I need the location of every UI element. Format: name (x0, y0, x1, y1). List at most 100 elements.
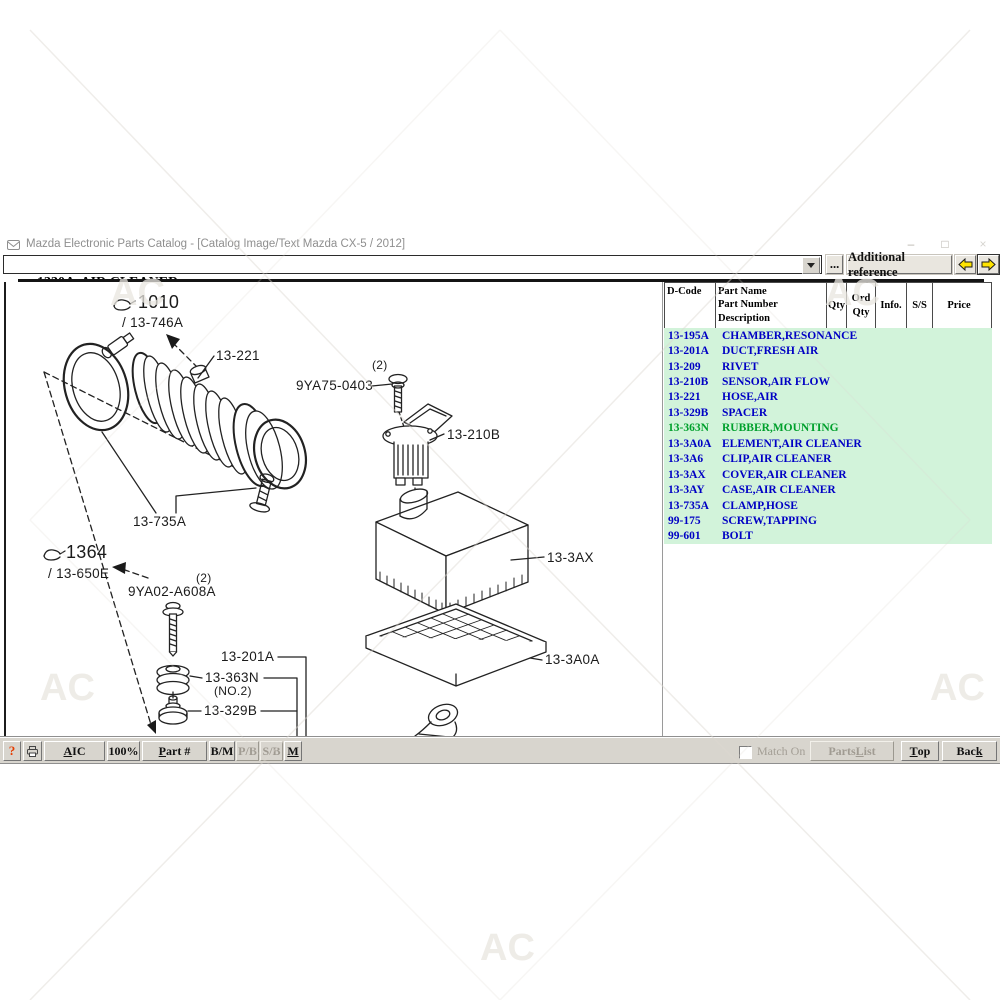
part-label-9ya02-a608a[interactable]: 9YA02-A608A (128, 584, 216, 599)
row-d-code: 13-363N (664, 422, 722, 434)
table-row[interactable]: 13-363NRUBBER,MOUNTING (664, 421, 992, 436)
row-d-code: 13-3AX (664, 469, 722, 481)
bottom-toolbar: ? AIC 100% Part # B/M P/B S/B M Match On… (0, 737, 1000, 763)
top-button[interactable]: Top (901, 741, 939, 761)
table-body: 13-195ACHAMBER,RESONANCE13-201ADUCT,FRES… (664, 328, 992, 544)
part-label-13-650e[interactable]: / 13-650E (48, 566, 109, 581)
col-header-qty: Qty (827, 283, 847, 328)
col-header-d-code: D-Code (665, 283, 716, 328)
combobox-dropdown-button[interactable] (802, 257, 820, 274)
leader-13-735a (176, 488, 256, 513)
table-row[interactable]: 13-210BSENSOR,AIR FLOW (664, 374, 992, 389)
part-number-button[interactable]: Part # (142, 741, 207, 761)
col-header-price: Price (933, 283, 985, 328)
part-label-13-201a[interactable]: 13-201A (221, 649, 274, 664)
row-d-code: 13-201A (664, 345, 722, 357)
nav-previous-button[interactable] (955, 255, 976, 274)
table-header: D-Code Part Name Part Number Description… (664, 282, 992, 329)
help-button[interactable]: ? (3, 741, 21, 761)
part-label-13-3a0a[interactable]: 13-3A0A (545, 652, 600, 667)
table-row[interactable]: 13-3AYCASE,AIR CLEANER (664, 482, 992, 497)
row-d-code: 13-210B (664, 376, 722, 388)
aic-button[interactable]: AIC (44, 741, 105, 761)
part-label-13-329b[interactable]: 13-329B (204, 703, 257, 718)
table-row[interactable]: 99-601BOLT (664, 529, 992, 544)
nav-next-button[interactable] (978, 255, 999, 274)
table-row[interactable]: 13-201ADUCT,FRESH AIR (664, 343, 992, 358)
spacer-drawing (159, 692, 187, 724)
app-icon (7, 239, 20, 251)
row-d-code: 13-735A (664, 500, 722, 512)
grommet-drawing (415, 700, 461, 737)
row-description: SPACER (722, 407, 767, 419)
part-label-13-210b[interactable]: 13-210B (447, 427, 500, 442)
m-button[interactable]: M (284, 741, 302, 761)
print-button[interactable] (23, 741, 42, 761)
row-description: COVER,AIR CLEANER (722, 469, 847, 481)
part-label-9ya75-0403[interactable]: 9YA75-0403 (296, 378, 373, 393)
diagram-panel: 1010 / 13-746A 13-221 (2) 9YA75-0403 13-… (4, 282, 659, 737)
clamp-icon (114, 300, 135, 310)
col-header-ss: S/S (907, 283, 933, 328)
part-qty-9ya02: (2) (196, 571, 212, 585)
table-row[interactable]: 99-175SCREW,TAPPING (664, 513, 992, 528)
tapping-screw-drawing (372, 375, 407, 413)
row-d-code: 13-3AY (664, 484, 722, 496)
table-row[interactable]: 13-209RIVET (664, 359, 992, 374)
row-d-code: 13-209 (664, 361, 722, 373)
header-toolbar: 1330A AIR CLEANER ... Additional referen… (0, 255, 1000, 276)
row-d-code: 13-329B (664, 407, 722, 419)
match-on-checkbox[interactable] (739, 746, 752, 759)
col-header-ord-qty: Ord Qty (847, 283, 876, 328)
part-note-no2: (NO.2) (214, 684, 252, 698)
table-row[interactable]: 13-329BSPACER (664, 405, 992, 420)
table-row[interactable]: 13-3A6CLIP,AIR CLEANER (664, 452, 992, 467)
row-description: CHAMBER,RESONANCE (722, 330, 857, 342)
printer-icon (26, 745, 39, 758)
mounting-bolt-drawing (163, 603, 183, 657)
table-row[interactable]: 13-195ACHAMBER,RESONANCE (664, 328, 992, 343)
svg-text:AC: AC (480, 927, 535, 969)
row-d-code: 13-221 (664, 391, 722, 403)
clamp-icon (44, 550, 65, 560)
close-button[interactable]: × (972, 236, 994, 253)
row-d-code: 13-3A0A (664, 438, 722, 450)
table-row[interactable]: 13-3A0AELEMENT,AIR CLEANER (664, 436, 992, 451)
airflow-sensor-drawing (383, 404, 452, 485)
part-label-13-735a[interactable]: 13-735A (133, 514, 186, 529)
row-description: CASE,AIR CLEANER (722, 484, 836, 496)
more-button[interactable]: ... (826, 255, 843, 274)
parts-diagram-drawing (6, 282, 661, 737)
row-d-code: 99-601 (664, 530, 722, 542)
table-row[interactable]: 13-221HOSE,AIR (664, 390, 992, 405)
bm-button[interactable]: B/M (209, 741, 235, 761)
part-label-13-221[interactable]: 13-221 (216, 348, 260, 363)
back-button[interactable]: Back (942, 741, 997, 761)
row-description: BOLT (722, 530, 753, 542)
row-description: CLIP,AIR CLEANER (722, 453, 832, 465)
row-description: SENSOR,AIR FLOW (722, 376, 830, 388)
part-label-1364[interactable]: 1364 (66, 542, 107, 563)
row-description: CLAMP,HOSE (722, 500, 798, 512)
part-label-13-363n[interactable]: 13-363N (205, 670, 259, 685)
additional-reference-button[interactable]: Additional reference (847, 255, 952, 274)
part-label-1010[interactable]: 1010 (138, 292, 179, 313)
part-label-13-746a[interactable]: / 13-746A (122, 315, 183, 330)
air-cleaner-element-drawing (366, 604, 546, 686)
row-d-code: 99-175 (664, 515, 722, 527)
table-row[interactable]: 13-735ACLAMP,HOSE (664, 498, 992, 513)
screenshot-canvas: { "window": { "title": "Mazda Electronic… (0, 0, 1000, 1000)
match-on-label: Match On (757, 744, 805, 759)
zoom-level-button[interactable]: 100% (107, 741, 140, 761)
table-row[interactable]: 13-3AXCOVER,AIR CLEANER (664, 467, 992, 482)
part-qty-9ya75: (2) (372, 358, 388, 372)
section-combobox[interactable]: 1330A AIR CLEANER (3, 255, 822, 274)
row-description: RIVET (722, 361, 758, 373)
row-d-code: 13-195A (664, 330, 722, 342)
parts-list-button: Parts List (810, 741, 894, 761)
parts-table: D-Code Part Name Part Number Description… (662, 282, 1000, 737)
part-label-13-3ax[interactable]: 13-3AX (547, 550, 594, 565)
col-header-part: Part Name Part Number Description (716, 283, 827, 328)
pb-button: P/B (236, 741, 259, 761)
air-hose-drawing (127, 350, 290, 493)
